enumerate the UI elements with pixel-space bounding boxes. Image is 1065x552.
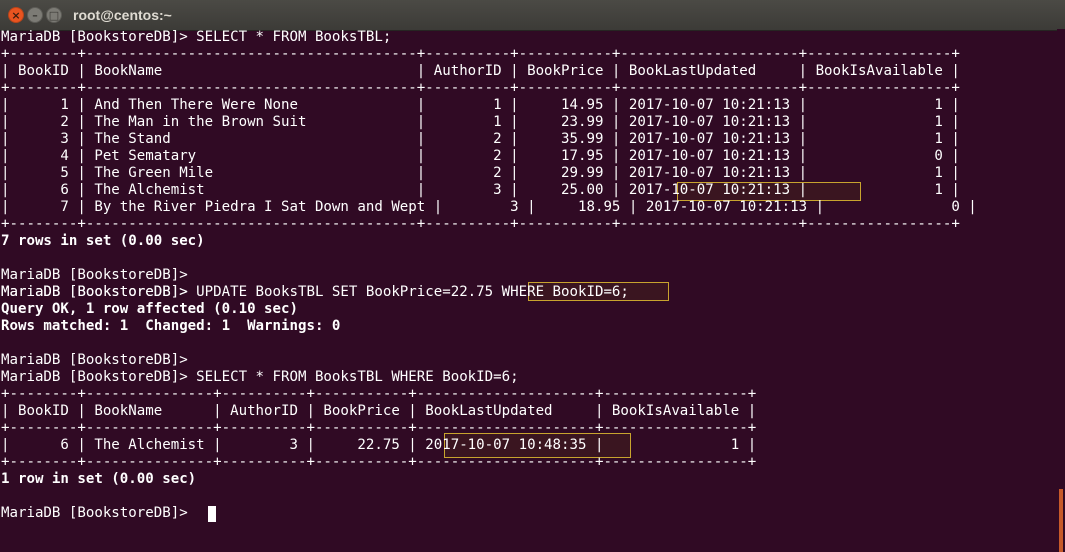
- scroll-thumb[interactable]: [1059, 489, 1063, 552]
- terminal-line: | 4 | Pet Sematary | 2 | 17.95 | 2017-10…: [1, 148, 960, 164]
- terminal-line: | BookID | BookName | AuthorID | BookPri…: [1, 63, 960, 79]
- terminal-line: +--------+---------------+----------+---…: [1, 386, 757, 402]
- scrollbar[interactable]: [1057, 29, 1065, 552]
- terminal-line: | 6 | The Alchemist | 3 | 25.00 | 2017-1…: [1, 182, 960, 198]
- terminal-line: MariaDB [BookstoreDB]>: [1, 267, 188, 283]
- window-title: root@centos:~: [73, 7, 172, 23]
- terminal-line: | BookID | BookName | AuthorID | BookPri…: [1, 403, 757, 419]
- terminal-line: 1 row in set (0.00 sec): [1, 471, 197, 487]
- terminal-output[interactable]: MariaDB [BookstoreDB]> SELECT * FROM Boo…: [0, 29, 1057, 523]
- terminal-line: Rows matched: 1 Changed: 1 Warnings: 0: [1, 318, 341, 334]
- terminal-line: 7 rows in set (0.00 sec): [1, 233, 205, 249]
- terminal-line: +--------+---------------+----------+---…: [1, 454, 757, 470]
- terminal-line: | 5 | The Green Mile | 2 | 29.99 | 2017-…: [1, 165, 960, 181]
- text-cursor: [208, 506, 216, 522]
- terminal-line: | 1 | And Then There Were None | 1 | 14.…: [1, 97, 960, 113]
- terminal-line: | 6 | The Alchemist | 3 | 22.75 | 2017-1…: [1, 437, 757, 453]
- minimize-icon[interactable]: –: [27, 7, 43, 23]
- terminal-line: MariaDB [BookstoreDB]> SELECT * FROM Boo…: [1, 29, 392, 45]
- terminal-line: +--------+---------------+----------+---…: [1, 420, 757, 436]
- terminal-line: +--------+------------------------------…: [1, 80, 960, 96]
- terminal-line: MariaDB [BookstoreDB]>: [1, 352, 188, 368]
- terminal-line: MariaDB [BookstoreDB]>: [1, 505, 188, 521]
- maximize-icon[interactable]: □: [46, 7, 62, 23]
- terminal-line: Query OK, 1 row affected (0.10 sec): [1, 301, 298, 317]
- terminal-line: MariaDB [BookstoreDB]> UPDATE BooksTBL S…: [1, 284, 629, 300]
- terminal-line: +--------+------------------------------…: [1, 46, 960, 62]
- close-icon[interactable]: ×: [8, 7, 24, 23]
- terminal-line: | 2 | The Man in the Brown Suit | 1 | 23…: [1, 114, 960, 130]
- terminal-line: MariaDB [BookstoreDB]> SELECT * FROM Boo…: [1, 369, 519, 385]
- terminal-line: | 3 | The Stand | 2 | 35.99 | 2017-10-07…: [1, 131, 960, 147]
- terminal-line: | 7 | By the River Piedra I Sat Down and…: [1, 199, 977, 215]
- terminal-line: +--------+------------------------------…: [1, 216, 960, 232]
- window-titlebar: × – □ root@centos:~: [0, 0, 1065, 31]
